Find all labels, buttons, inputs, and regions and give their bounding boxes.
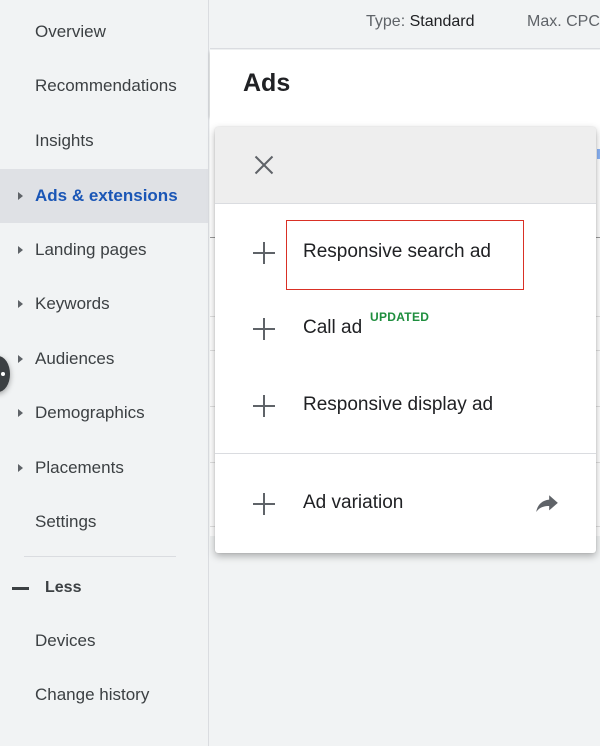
sidebar-item-label: Change history <box>35 685 150 704</box>
sidebar-item-placements[interactable]: Placements <box>0 441 208 495</box>
sidebar-item-label: Placements <box>35 458 124 477</box>
sidebar-item-label: Landing pages <box>35 240 147 259</box>
max-cpc-label: Max. CPC <box>527 13 600 30</box>
share-arrow-icon <box>536 495 558 513</box>
caret-right-icon <box>18 355 23 363</box>
caret-right-icon <box>18 192 23 200</box>
menu-item-call-ad[interactable]: Call ad UPDATED <box>215 301 596 357</box>
campaign-info-bar: Type: Standard Max. CPC <box>210 0 600 49</box>
handle-dot-icon <box>1 372 5 376</box>
sidebar-item-recommendations[interactable]: Recommendations <box>0 59 208 113</box>
sidebar-item-label: Insights <box>35 131 94 150</box>
plus-icon <box>253 318 275 340</box>
menu-item-responsive-display-ad[interactable]: Responsive display ad <box>215 378 596 434</box>
menu-item-label: Call ad <box>303 317 363 338</box>
campaign-type: Type: Standard <box>366 13 475 31</box>
caret-right-icon <box>18 464 23 472</box>
menu-item-label: Responsive search ad <box>303 241 491 262</box>
sidebar-item-ads-extensions[interactable]: Ads & extensions <box>0 169 208 223</box>
menu-item-responsive-search-ad[interactable]: Responsive search ad <box>215 225 596 281</box>
close-icon[interactable] <box>251 152 277 178</box>
sidebar-item-label: Keywords <box>35 294 110 313</box>
sidebar-item-label: Settings <box>35 512 97 531</box>
minus-icon <box>12 587 29 590</box>
new-ad-menu: Responsive search ad Call ad UPDATED Res… <box>215 127 596 553</box>
sidebar-item-devices[interactable]: Devices <box>0 614 208 668</box>
menu-header <box>215 127 596 204</box>
sidebar-item-insights[interactable]: Insights <box>0 114 208 168</box>
sidebar-item-change-history[interactable]: Change history <box>0 668 208 722</box>
sidebar-item-label: Demographics <box>35 403 145 422</box>
sidebar-item-label: Devices <box>35 631 96 650</box>
ads-header: Ads <box>210 50 600 116</box>
caret-right-icon <box>18 246 23 254</box>
caret-right-icon <box>18 300 23 308</box>
sidebar-item-label: Audiences <box>35 349 115 368</box>
menu-item-label: Ad variation <box>303 492 404 513</box>
sidebar-divider <box>24 556 176 557</box>
less-label: Less <box>45 579 82 596</box>
sidebar-item-label: Recommendations <box>35 76 177 95</box>
sidebar-item-keywords[interactable]: Keywords <box>0 277 208 331</box>
sidebar-item-overview[interactable]: Overview <box>0 5 208 59</box>
plus-icon <box>253 242 275 264</box>
sidebar-item-audiences[interactable]: Audiences <box>0 332 208 386</box>
plus-icon <box>253 395 275 417</box>
sidebar-item-label: Ads & extensions <box>35 186 178 205</box>
caret-right-icon <box>18 409 23 417</box>
plus-icon <box>253 493 275 515</box>
less-toggle-button[interactable]: Less <box>0 570 208 606</box>
menu-divider <box>215 453 596 454</box>
sidebar-item-label: Overview <box>35 22 106 41</box>
menu-item-label: Responsive display ad <box>303 394 494 415</box>
sidebar-item-landing-pages[interactable]: Landing pages <box>0 223 208 277</box>
type-label: Type: <box>366 13 406 30</box>
sidebar-nav: Overview Recommendations Insights Ads & … <box>0 0 209 746</box>
updated-badge: UPDATED <box>370 310 430 324</box>
page-title: Ads <box>243 69 291 97</box>
sidebar-item-settings[interactable]: Settings <box>0 495 208 549</box>
sidebar-item-demographics[interactable]: Demographics <box>0 386 208 440</box>
type-value: Standard <box>409 13 475 30</box>
menu-item-ad-variation[interactable]: Ad variation <box>215 476 596 532</box>
